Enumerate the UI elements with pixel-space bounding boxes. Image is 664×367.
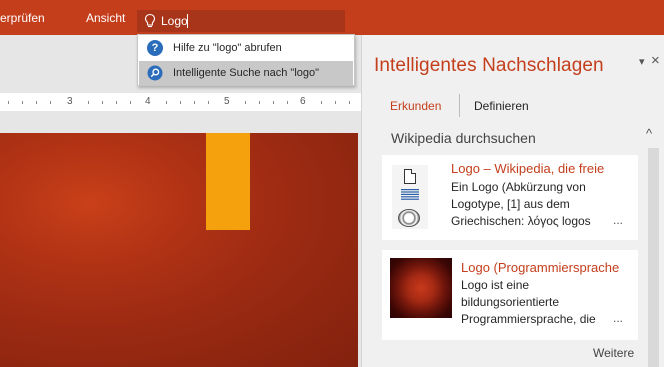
- result-snippet-line: Ein Logo (Abkürzung von: [451, 180, 586, 194]
- tab-separator: [459, 94, 460, 117]
- smart-lookup-suggestion-label: Intelligente Suche nach "logo": [173, 67, 320, 79]
- ibm-logo-icon: [401, 189, 419, 200]
- document-icon: [404, 169, 416, 184]
- search-suggestions-dropdown: ? Hilfe zu "logo" abrufen Intelligente S…: [137, 34, 355, 86]
- ruler-label: 6: [300, 96, 306, 107]
- scroll-up-chevron-icon[interactable]: ^: [646, 126, 652, 141]
- pane-title: Intelligentes Nachschlagen: [374, 55, 604, 76]
- smart-lookup-icon: [147, 65, 163, 81]
- tab-definieren[interactable]: Definieren: [474, 99, 529, 113]
- ruler-tick: [102, 101, 103, 104]
- ruler-tick: [88, 101, 89, 104]
- ruler-tick: [180, 101, 181, 104]
- result-thumbnail: [390, 258, 452, 318]
- horizontal-ruler: 3 4 5 6: [0, 93, 361, 111]
- result-ellipsis: ...: [613, 311, 624, 325]
- ruler-tick: [8, 101, 9, 104]
- ruler-tick: [22, 101, 23, 104]
- result-snippet-line: Logo ist eine: [461, 278, 530, 292]
- ribbon-bar: erprüfen Ansicht Logo: [0, 0, 664, 35]
- result-title[interactable]: Logo (Programmiersprache: [461, 260, 635, 275]
- orange-rectangle-shape[interactable]: [206, 133, 250, 230]
- ruler-tick: [208, 101, 209, 104]
- smart-lookup-suggestion-item[interactable]: Intelligente Suche nach "logo": [139, 61, 353, 85]
- tab-ueberpruefen[interactable]: erprüfen: [0, 0, 45, 35]
- ruler-label: 3: [67, 96, 73, 107]
- ruler-tick: [194, 101, 195, 104]
- result-snippet-line: Logotype, [1] aus dem: [451, 197, 570, 211]
- result-thumbnail: [392, 165, 428, 229]
- result-snippet-line: Programmiersprache, die: [461, 312, 596, 326]
- result-card-logo-programmiersprache[interactable]: Logo (Programmiersprache Logo ist eine b…: [382, 250, 638, 340]
- ruler-tick: [273, 101, 274, 104]
- ruler-tick: [349, 101, 350, 104]
- result-card-wikipedia[interactable]: Logo – Wikipedia, die freie Ein Logo (Ab…: [382, 155, 638, 240]
- seal-emblem-icon: [398, 209, 420, 227]
- scrollbar-track[interactable]: [648, 148, 659, 367]
- section-title: Wikipedia durchsuchen: [391, 130, 536, 146]
- close-icon[interactable]: ×: [651, 52, 660, 69]
- ruler-label: 4: [145, 96, 151, 107]
- ruler-tick: [245, 101, 246, 104]
- tell-me-search-input[interactable]: Logo: [137, 10, 345, 32]
- tab-ansicht[interactable]: Ansicht: [86, 0, 125, 35]
- more-results-link[interactable]: Weitere: [593, 346, 634, 360]
- pane-options-chevron-icon[interactable]: ▾: [639, 55, 645, 68]
- tab-erkunden[interactable]: Erkunden: [390, 99, 441, 113]
- ruler-tick: [321, 101, 322, 104]
- ruler-tick: [36, 101, 37, 104]
- result-title[interactable]: Logo – Wikipedia, die freie: [451, 161, 635, 176]
- text-caret: [187, 14, 188, 28]
- ruler-label: 5: [224, 96, 230, 107]
- smart-lookup-pane: Intelligentes Nachschlagen ▾ × Erkunden …: [361, 35, 664, 367]
- help-suggestion-label: Hilfe zu "logo" abrufen: [173, 42, 282, 54]
- ruler-tick: [335, 101, 336, 104]
- ruler-tick: [259, 101, 260, 104]
- ruler-tick: [287, 101, 288, 104]
- ruler-tick: [166, 101, 167, 104]
- result-snippet-line: Griechischen: λόγος logos: [451, 214, 591, 228]
- help-icon: ?: [147, 40, 163, 56]
- search-query-text: Logo: [161, 14, 188, 28]
- ruler-tick: [116, 101, 117, 104]
- lightbulb-icon: [144, 13, 156, 28]
- slide-canvas[interactable]: [0, 133, 358, 367]
- ruler-tick: [50, 101, 51, 104]
- result-snippet-line: bildungsorientierte: [461, 295, 560, 309]
- help-suggestion-item[interactable]: ? Hilfe zu "logo" abrufen: [139, 36, 353, 60]
- result-ellipsis: ...: [613, 213, 624, 227]
- ruler-tick: [130, 101, 131, 104]
